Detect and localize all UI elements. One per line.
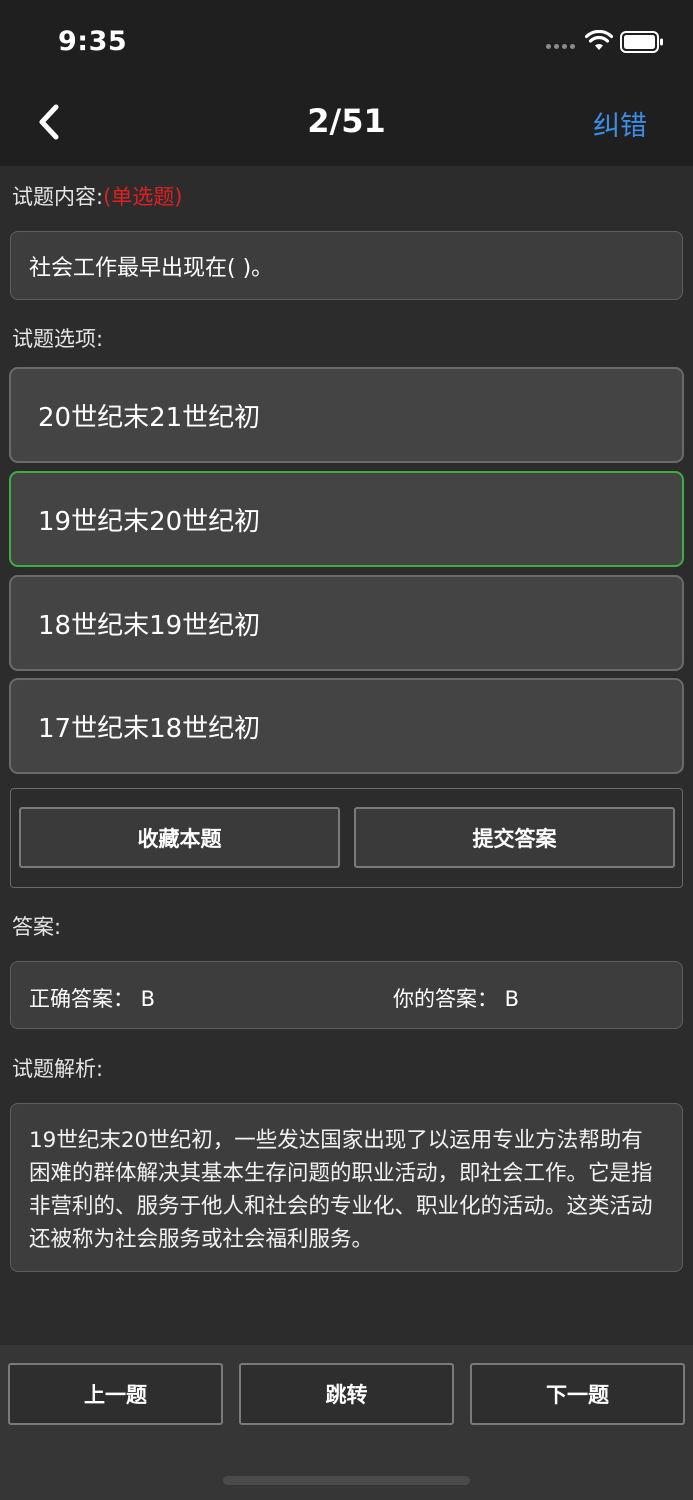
question-text-box: 社会工作最早出现在( )。 xyxy=(10,231,683,300)
answer-label: 答案: xyxy=(12,915,62,939)
report-error-button[interactable]: 纠错 xyxy=(593,104,647,143)
option-d[interactable]: 17世纪末18世纪初 xyxy=(9,678,684,774)
cellular-signal-icon xyxy=(546,44,575,49)
status-time: 9:35 xyxy=(58,26,128,57)
analysis-label: 试题解析: xyxy=(12,1057,104,1081)
your-answer: 你的答案： B xyxy=(393,987,520,1011)
options-label: 试题选项: xyxy=(12,327,104,351)
question-text: 社会工作最早出现在( )。 xyxy=(29,255,274,281)
quiz-screen: 9:35 2/51 纠错 试题内容:(单选题) 社会工作最早出现在( )。 试题… xyxy=(0,0,693,1500)
jump-button[interactable]: 跳转 xyxy=(239,1363,454,1425)
battery-icon xyxy=(620,31,663,53)
option-a-text: 20世纪末21世纪初 xyxy=(38,402,261,433)
analysis-text: 19世纪末20世纪初，一些发达国家出现了以运用专业方法帮助有困难的群体解决其基本… xyxy=(29,1128,653,1252)
option-d-text: 17世纪末18世纪初 xyxy=(38,713,261,744)
analysis-box: 19世纪末20世纪初，一些发达国家出现了以运用专业方法帮助有困难的群体解决其基本… xyxy=(10,1103,683,1272)
page-title: 2/51 xyxy=(307,102,386,140)
correct-answer: 正确答案： B xyxy=(29,987,156,1011)
question-label-row: 试题内容:(单选题) xyxy=(12,181,182,211)
home-indicator[interactable] xyxy=(223,1476,470,1485)
answer-box: 正确答案： B 你的答案： B xyxy=(10,961,683,1029)
option-b[interactable]: 19世纪末20世纪初 xyxy=(9,471,684,567)
next-question-button[interactable]: 下一题 xyxy=(470,1363,685,1425)
action-panel: 收藏本题 提交答案 xyxy=(10,788,683,888)
status-bar: 9:35 xyxy=(0,0,693,84)
wifi-icon xyxy=(585,30,613,50)
option-b-text: 19世纪末20世纪初 xyxy=(38,506,261,537)
favorite-button[interactable]: 收藏本题 xyxy=(19,807,340,868)
question-type: (单选题) xyxy=(103,185,183,209)
nav-bar: 2/51 纠错 xyxy=(0,84,693,166)
option-c-text: 18世纪末19世纪初 xyxy=(38,610,261,641)
submit-answer-button[interactable]: 提交答案 xyxy=(354,807,675,868)
option-a[interactable]: 20世纪末21世纪初 xyxy=(9,367,684,463)
prev-question-button[interactable]: 上一题 xyxy=(8,1363,223,1425)
bottom-toolbar: 上一题 跳转 下一题 xyxy=(0,1345,693,1500)
question-label: 试题内容: xyxy=(12,185,104,209)
option-c[interactable]: 18世纪末19世纪初 xyxy=(9,575,684,671)
